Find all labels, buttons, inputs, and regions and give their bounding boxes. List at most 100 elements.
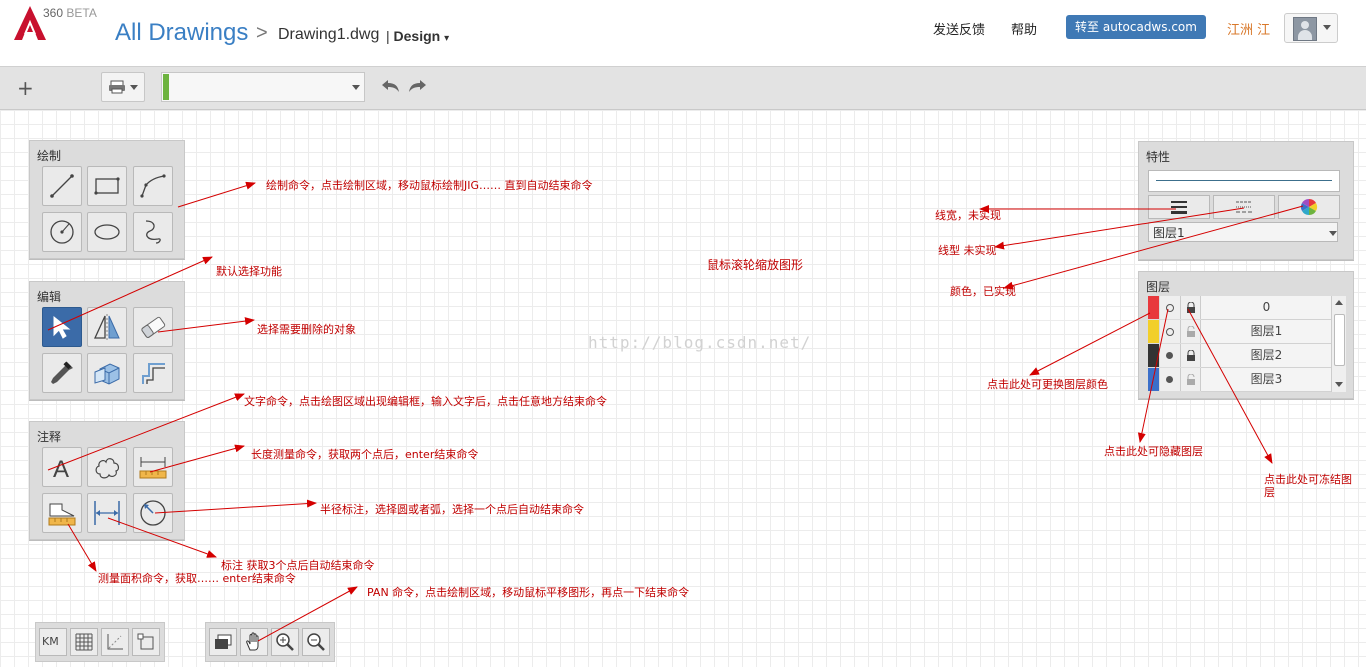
linetype-button[interactable] (1213, 195, 1275, 219)
layer-select[interactable] (161, 72, 365, 102)
unlock-icon (1187, 374, 1195, 385)
layer-visibility-toggle[interactable] (1160, 368, 1181, 391)
user-name-link[interactable]: 江洲 江 (1227, 19, 1270, 38)
ellipse-tool-button[interactable] (87, 212, 127, 252)
feedback-link[interactable]: 发送反馈 (933, 19, 985, 38)
layer-visibility-toggle[interactable] (1160, 320, 1181, 343)
ruler-length-icon (139, 457, 167, 479)
layer-name[interactable]: 0 (1201, 296, 1332, 320)
rectangle-icon (94, 177, 120, 195)
annotation-layer-hide: 点击此处可隐藏图层 (1104, 445, 1203, 458)
undo-icon[interactable] (380, 76, 402, 96)
layer-row: 图层3 (1148, 368, 1332, 392)
layers-panel-title: 图层 (1146, 280, 1171, 294)
layer-color-swatch[interactable] (1148, 368, 1159, 391)
layer-name[interactable]: 图层2 (1201, 344, 1332, 368)
draw-panel: 绘制 (29, 140, 185, 259)
layer-color-swatch[interactable] (1148, 344, 1159, 367)
hidden-dot-icon (1166, 376, 1173, 383)
text-tool-button[interactable]: A (42, 447, 82, 487)
zoom-in-button[interactable] (271, 628, 299, 656)
beta-prefix: 360 (43, 6, 64, 20)
layer-freeze-toggle[interactable] (1181, 320, 1201, 343)
file-menu-dropdown[interactable] (101, 72, 145, 102)
chevron-down-icon (130, 85, 138, 90)
layer-freeze-toggle[interactable] (1181, 344, 1201, 367)
color-wheel-icon (1300, 198, 1318, 216)
mirror-tool-button[interactable] (87, 307, 127, 347)
breadcrumb-separator: > (256, 22, 268, 44)
layer-name[interactable]: 图层3 (1201, 368, 1332, 392)
lineweight-button[interactable] (1148, 195, 1210, 219)
breadcrumb-all-drawings[interactable]: All Drawings (115, 19, 248, 47)
layer-name[interactable]: 图层1 (1201, 320, 1332, 344)
properties-panel-title: 特性 (1146, 150, 1171, 164)
radius-icon (140, 500, 166, 526)
add-button[interactable]: + (17, 76, 34, 100)
color-button[interactable] (1278, 195, 1340, 219)
layer-visibility-toggle[interactable] (1160, 296, 1181, 319)
layer-list-scrollbar[interactable] (1331, 296, 1346, 392)
revision-cloud-tool-button[interactable] (87, 447, 127, 487)
beta-suffix: BETA (66, 6, 97, 20)
annotation-lineweight: 线宽，未实现 (935, 209, 1001, 222)
layer-row: 图层2 (1148, 344, 1332, 368)
scroll-down-icon[interactable] (1335, 382, 1343, 387)
properties-panel: 特性 图层1 (1138, 141, 1354, 260)
avatar (1293, 17, 1317, 41)
ortho-toggle-button[interactable] (101, 628, 129, 656)
chevron-down-icon (352, 85, 360, 90)
hand-icon (246, 632, 259, 651)
grid-toggle-button[interactable] (70, 628, 98, 656)
user-menu-button[interactable] (1284, 13, 1338, 43)
polyline-tool-button[interactable] (133, 166, 173, 206)
zoom-extents-button[interactable] (209, 628, 237, 656)
annotate-panel: 注释 A (29, 421, 185, 540)
layer-freeze-toggle[interactable] (1181, 368, 1201, 391)
annotation-text: 文字命令，点击绘图区域出现编辑框，输入文字后，点击任意地方结束命令 (244, 395, 607, 408)
line-preview (1148, 170, 1340, 192)
spline-tool-button[interactable] (133, 212, 173, 252)
redo-icon[interactable] (406, 76, 428, 96)
help-link[interactable]: 帮助 (1011, 19, 1037, 38)
navigation-panel (205, 622, 335, 662)
mode-label: Design (393, 28, 441, 44)
goto-autocadws-button[interactable]: 转至 autocadws.com (1066, 15, 1206, 39)
move-tool-button[interactable] (87, 353, 127, 393)
pan-button[interactable] (240, 628, 268, 656)
dimension-tool-button[interactable] (87, 493, 127, 533)
zoom-out-button[interactable] (302, 628, 330, 656)
layer-color-swatch[interactable] (1148, 320, 1159, 343)
layer-visibility-toggle[interactable] (1160, 344, 1181, 367)
mode-dropdown[interactable]: | Design ▾ (386, 28, 449, 44)
measure-length-tool-button[interactable] (133, 447, 173, 487)
layer-freeze-toggle[interactable] (1181, 296, 1201, 319)
eyedropper-icon (51, 361, 73, 384)
annotation-area: 测量面积命令，获取…… enter结束命令 (98, 572, 296, 585)
units-button[interactable]: KM (39, 628, 67, 656)
circle-tool-button[interactable] (42, 212, 82, 252)
annotation-erase: 选择需要删除的对象 (257, 323, 356, 336)
rectangle-tool-button[interactable] (87, 166, 127, 206)
annotation-layer-freeze-line1: 点击此处可冻结图 (1264, 473, 1352, 486)
scroll-thumb[interactable] (1334, 314, 1345, 366)
eyedropper-tool-button[interactable] (42, 353, 82, 393)
erase-tool-button[interactable] (133, 307, 173, 347)
beta-label: 360 BETA (43, 6, 97, 20)
cloud-icon (95, 458, 120, 479)
measure-area-tool-button[interactable] (42, 493, 82, 533)
ortho-icon (107, 634, 123, 650)
scroll-up-icon[interactable] (1335, 300, 1343, 305)
layer-color-swatch[interactable] (1148, 296, 1159, 319)
offset-tool-button[interactable] (133, 353, 173, 393)
line-tool-button[interactable] (42, 166, 82, 206)
properties-layer-select[interactable]: 图层1 (1148, 222, 1338, 242)
chevron-down-icon (1329, 231, 1337, 236)
spline-icon (145, 220, 161, 244)
select-tool-button[interactable] (42, 307, 82, 347)
radius-dimension-tool-button[interactable] (133, 493, 173, 533)
linear-dimension-icon (94, 501, 120, 525)
annotate-panel-title: 注释 (37, 430, 62, 444)
linetype-icon (1236, 201, 1252, 213)
snap-toggle-button[interactable] (132, 628, 160, 656)
